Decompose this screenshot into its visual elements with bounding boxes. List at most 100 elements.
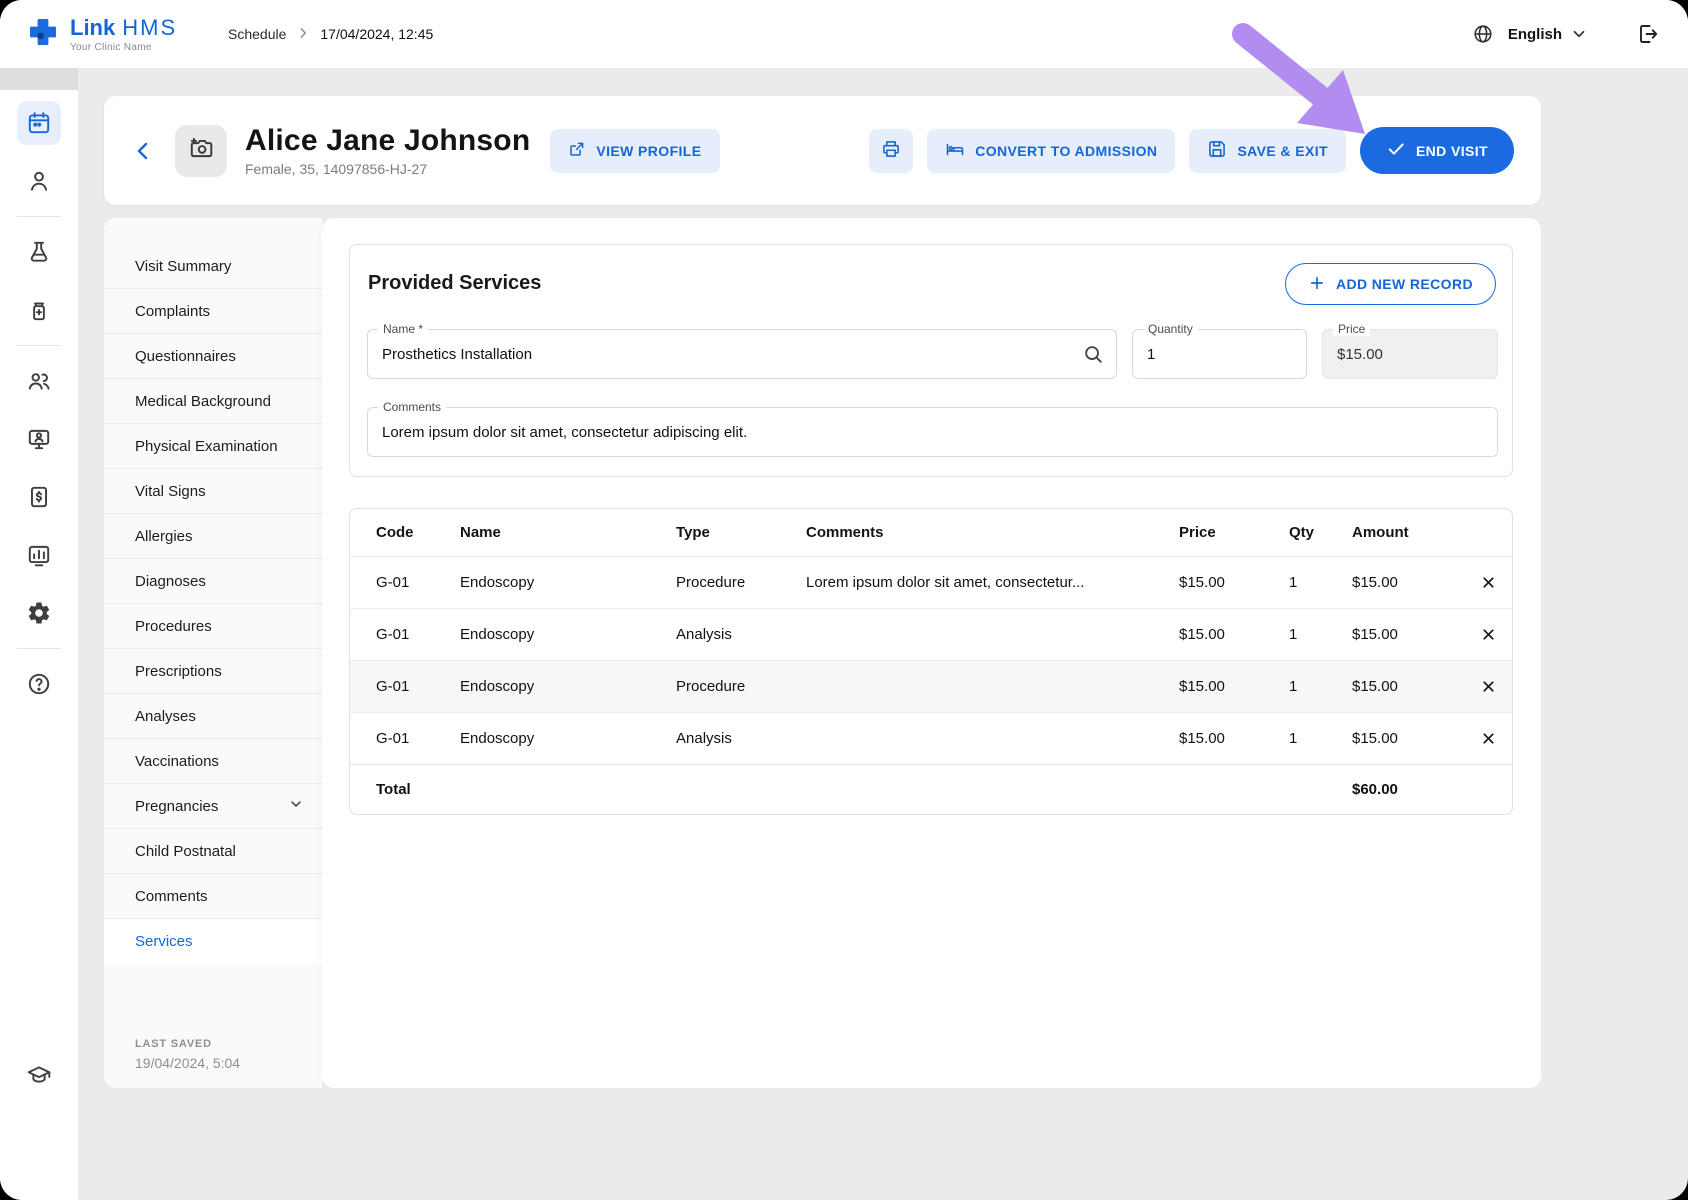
sidebar-item-settings[interactable] [0, 584, 78, 642]
nav-item-services[interactable]: Services [104, 919, 322, 964]
nav-item-physical-examination[interactable]: Physical Examination [104, 424, 322, 469]
sidebar-item-pharmacy[interactable] [0, 281, 78, 339]
cell-type: Analysis [676, 730, 806, 747]
view-profile-label: VIEW PROFILE [596, 143, 701, 159]
end-visit-label: END VISIT [1416, 143, 1488, 159]
col-header-price: Price [1179, 524, 1289, 541]
sidebar-item-patients[interactable] [0, 152, 78, 210]
language-selector[interactable]: English [1508, 26, 1562, 43]
delete-row-icon[interactable] [1480, 626, 1497, 643]
last-saved-label: LAST SAVED [135, 1038, 240, 1050]
cell-name: Endoscopy [460, 730, 676, 747]
cell-price: $15.00 [1179, 574, 1289, 591]
end-visit-button[interactable]: END VISIT [1360, 127, 1514, 174]
nav-item-prescriptions[interactable]: Prescriptions [104, 649, 322, 694]
cell-qty: 1 [1289, 574, 1352, 591]
cell-name: Endoscopy [460, 678, 676, 695]
nav-item-medical-background[interactable]: Medical Background [104, 379, 322, 424]
save-icon [1207, 139, 1227, 162]
comments-input[interactable] [368, 408, 1497, 456]
convert-to-admission-button[interactable]: CONVERT TO ADMISSION [927, 129, 1175, 173]
nav-item-diagnoses[interactable]: Diagnoses [104, 559, 322, 604]
monitor-person-icon [17, 417, 61, 461]
chevron-down-icon[interactable] [1570, 25, 1588, 43]
sidebar-item-staff[interactable] [0, 352, 78, 410]
cell-qty: 1 [1289, 678, 1352, 695]
cell-code: G-01 [376, 730, 460, 747]
nav-item-comments[interactable]: Comments [104, 874, 322, 919]
sidebar-item-telemedicine[interactable] [0, 410, 78, 468]
sidebar-item-laboratory[interactable] [0, 223, 78, 281]
patient-name: Alice Jane Johnson [245, 124, 530, 158]
nav-item-questionnaires[interactable]: Questionnaires [104, 334, 322, 379]
price-label: Price [1333, 322, 1370, 336]
service-name-input[interactable] [368, 330, 1116, 378]
nav-item-child-postnatal[interactable]: Child Postnatal [104, 829, 322, 874]
sidebar-rail [0, 90, 78, 1200]
services-panel: Provided Services ADD NEW RECORD Name * … [322, 218, 1541, 1088]
sidebar-item-help[interactable] [0, 655, 78, 713]
service-name-label: Name * [378, 322, 428, 336]
service-row: G-01 Endoscopy Procedure $15.00 1 $15.00 [350, 660, 1512, 712]
sidebar-item-schedule[interactable] [0, 94, 78, 152]
nav-item-procedures[interactable]: Procedures [104, 604, 322, 649]
cell-comments: Lorem ipsum dolor sit amet, consectetur.… [806, 574, 1179, 591]
delete-row-icon[interactable] [1480, 678, 1497, 695]
brand-name-secondary: HMS [122, 15, 177, 41]
cell-price: $15.00 [1179, 730, 1289, 747]
rail-divider [17, 345, 61, 346]
sidebar-item-education[interactable] [0, 1046, 78, 1104]
external-link-icon [568, 140, 586, 161]
save-and-exit-button[interactable]: SAVE & EXIT [1189, 129, 1346, 173]
sidebar-item-billing[interactable] [0, 468, 78, 526]
nav-item-analyses[interactable]: Analyses [104, 694, 322, 739]
app-window: Link HMS Your Clinic Name Schedule 17/04… [0, 0, 1688, 1200]
breadcrumb-schedule-link[interactable]: Schedule [228, 26, 286, 42]
nav-item-vaccinations[interactable]: Vaccinations [104, 739, 322, 784]
breadcrumb-current: 17/04/2024, 12:45 [320, 26, 433, 42]
delete-row-icon[interactable] [1480, 730, 1497, 747]
col-header-qty: Qty [1289, 524, 1352, 541]
logout-icon[interactable] [1636, 22, 1660, 46]
cell-qty: 1 [1289, 626, 1352, 643]
comments-field: Comments [367, 407, 1498, 457]
search-icon[interactable] [1082, 343, 1104, 370]
section-title: Provided Services [368, 272, 541, 295]
nav-item-allergies[interactable]: Allergies [104, 514, 322, 559]
print-button[interactable] [869, 129, 913, 173]
globe-icon[interactable] [1472, 23, 1494, 45]
cell-price: $15.00 [1179, 626, 1289, 643]
add-photo-avatar[interactable] [175, 125, 227, 177]
calendar-icon [17, 101, 61, 145]
brand-name-primary: Link [70, 15, 115, 41]
services-table: Code Name Type Comments Price Qty Amount… [349, 508, 1513, 815]
nav-item-vital-signs[interactable]: Vital Signs [104, 469, 322, 514]
col-header-code: Code [376, 524, 460, 541]
provided-services-card: Provided Services ADD NEW RECORD Name * … [349, 244, 1513, 477]
graduation-cap-icon [17, 1053, 61, 1097]
col-header-amount: Amount [1352, 524, 1474, 541]
visit-workspace: Visit Summary Complaints Questionnaires … [104, 218, 1541, 1088]
quantity-input[interactable] [1133, 330, 1306, 378]
top-bar: Link HMS Your Clinic Name Schedule 17/04… [0, 0, 1688, 68]
header-actions: CONVERT TO ADMISSION SAVE & EXIT END VIS… [869, 127, 1514, 174]
help-circle-icon [17, 662, 61, 706]
view-profile-button[interactable]: VIEW PROFILE [550, 129, 719, 173]
gear-icon [17, 591, 61, 635]
add-new-record-button[interactable]: ADD NEW RECORD [1285, 263, 1496, 305]
nav-item-pregnancies[interactable]: Pregnancies [104, 784, 322, 829]
cell-amount: $15.00 [1352, 678, 1474, 695]
nav-item-visit-summary[interactable]: Visit Summary [104, 244, 322, 289]
delete-row-icon[interactable] [1480, 574, 1497, 591]
sidebar-item-reports[interactable] [0, 526, 78, 584]
flask-icon [17, 230, 61, 274]
cell-code: G-01 [376, 678, 460, 695]
breadcrumb: Schedule 17/04/2024, 12:45 [228, 26, 433, 43]
convert-to-admission-label: CONVERT TO ADMISSION [975, 143, 1157, 159]
service-row: G-01 Endoscopy Analysis $15.00 1 $15.00 [350, 712, 1512, 764]
patient-header-card: Alice Jane Johnson Female, 35, 14097856-… [104, 96, 1541, 205]
service-row: G-01 Endoscopy Analysis $15.00 1 $15.00 [350, 608, 1512, 660]
back-button[interactable] [131, 139, 155, 163]
cell-code: G-01 [376, 626, 460, 643]
nav-item-complaints[interactable]: Complaints [104, 289, 322, 334]
